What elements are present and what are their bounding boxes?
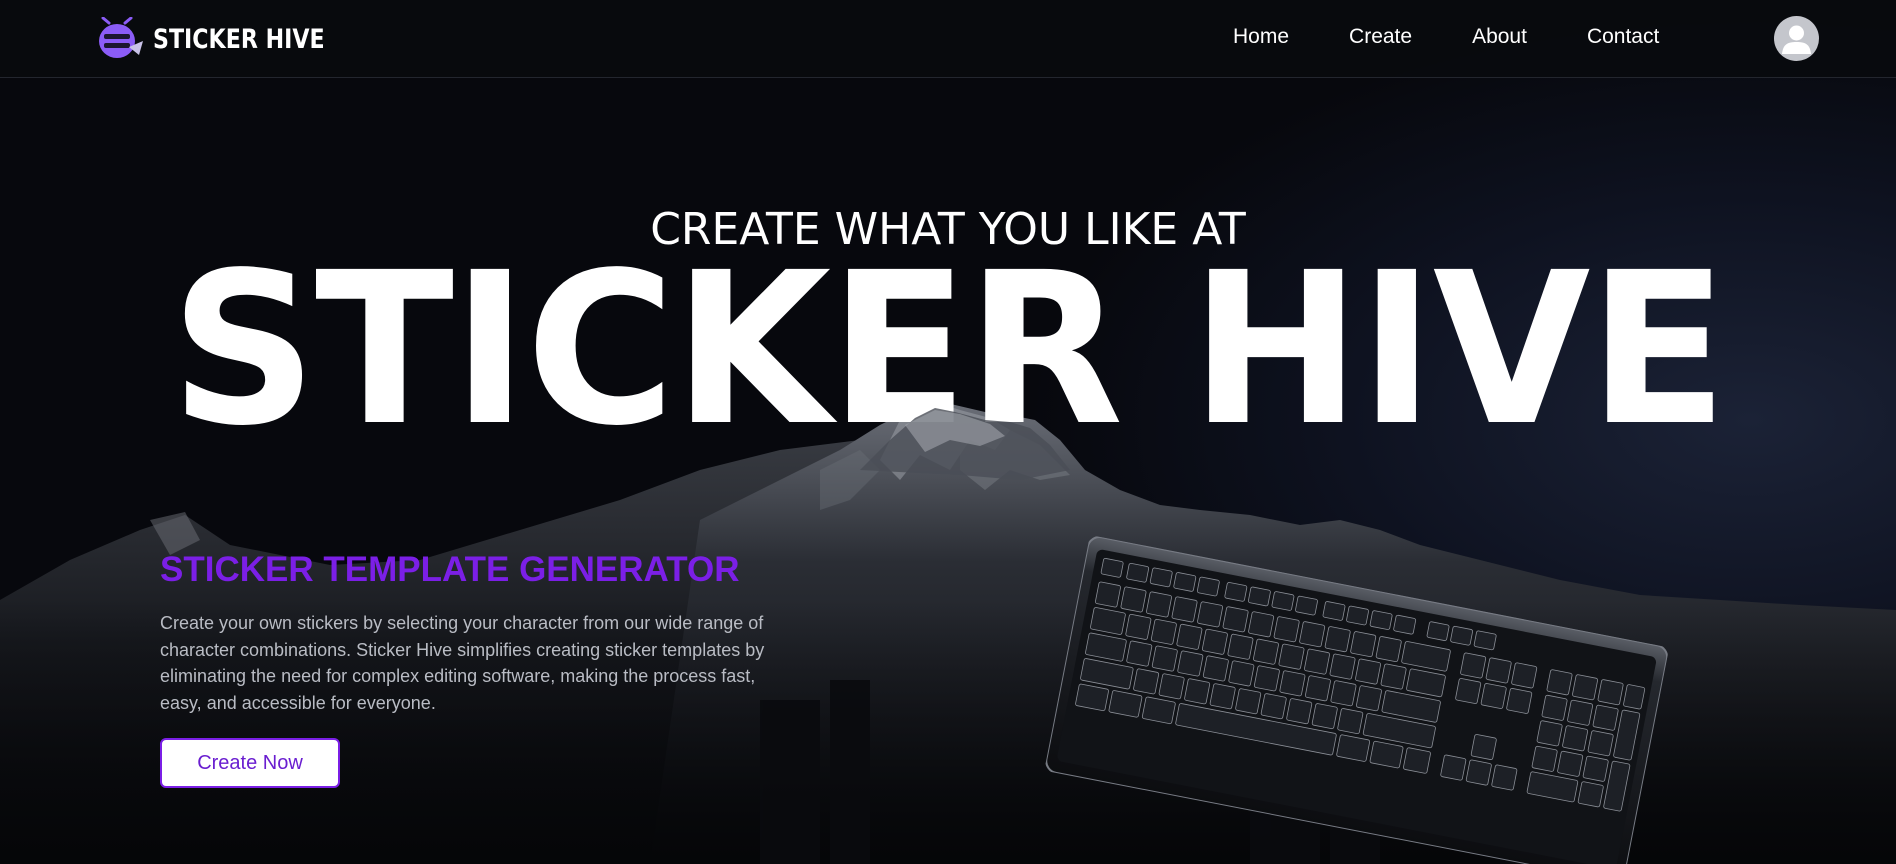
feature-section: STICKER TEMPLATE GENERATOR Create your o… — [160, 550, 820, 716]
section-heading: STICKER TEMPLATE GENERATOR — [160, 550, 740, 589]
create-now-button[interactable]: Create Now — [160, 738, 340, 788]
section-description: Create your own stickers by selecting yo… — [160, 613, 765, 713]
